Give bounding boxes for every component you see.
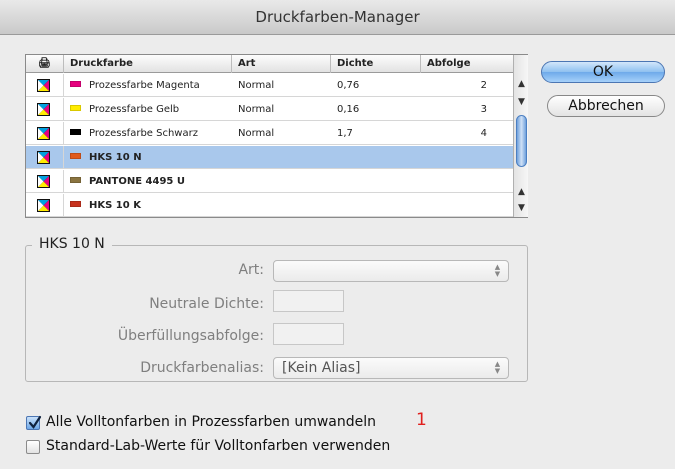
ok-button[interactable]: OK bbox=[541, 61, 665, 83]
cancel-button[interactable]: Abbrechen bbox=[547, 95, 665, 117]
ink-type bbox=[232, 146, 331, 169]
table-row[interactable]: HKS 10 K bbox=[26, 194, 513, 217]
ink-sequence bbox=[421, 146, 491, 169]
neutral-density-label: Neutrale Dichte: bbox=[149, 296, 264, 312]
header-type[interactable]: Art bbox=[232, 55, 331, 73]
table-scrollbar[interactable]: ▲ ▼ ▲ ▼ bbox=[513, 55, 528, 217]
ink-density bbox=[331, 170, 421, 193]
ink-swatch-icon bbox=[70, 129, 81, 135]
table-row[interactable]: Prozessfarbe Schwarz Normal 1,7 4 bbox=[26, 122, 513, 145]
ink-alias-label: Druckfarbenalias: bbox=[140, 360, 264, 376]
ink-sequence: 4 bbox=[480, 128, 487, 139]
header-density[interactable]: Dichte bbox=[331, 55, 421, 73]
type-select[interactable]: ▲ ▼ bbox=[273, 260, 509, 282]
header-sequence[interactable]: Abfolge bbox=[421, 55, 513, 73]
ink-name: Prozessfarbe Schwarz bbox=[89, 128, 198, 139]
ink-swatch-icon bbox=[70, 81, 81, 87]
table-row[interactable]: PANTONE 4495 U bbox=[26, 170, 513, 193]
table-row[interactable]: Prozessfarbe Magenta Normal 0,76 2 bbox=[26, 74, 513, 97]
table-row[interactable]: HKS 10 N bbox=[26, 146, 513, 169]
ink-type: Normal bbox=[238, 104, 275, 115]
print-toggle-cell[interactable] bbox=[26, 122, 64, 145]
convert-spot-label[interactable]: Alle Volltonfarben in Prozessfarben umwa… bbox=[46, 414, 376, 430]
ink-table: 🖨 Druckfarbe Art Dichte Abfolge Prozessf… bbox=[25, 54, 528, 218]
process-ink-icon[interactable] bbox=[37, 175, 50, 188]
ink-type: Normal bbox=[238, 128, 275, 139]
ink-details-title: HKS 10 N bbox=[32, 236, 112, 252]
ink-density: 0,76 bbox=[337, 80, 360, 91]
print-toggle-cell[interactable] bbox=[26, 146, 64, 169]
use-lab-label[interactable]: Standard-Lab-Werte für Volltonfarben ver… bbox=[46, 438, 390, 454]
scroll-down-arrow-icon[interactable]: ▼ bbox=[514, 95, 529, 109]
ink-type bbox=[232, 194, 331, 217]
table-row[interactable]: Prozessfarbe Gelb Normal 0,16 3 bbox=[26, 98, 513, 121]
select-stepper-icon: ▲ ▼ bbox=[494, 360, 501, 375]
ink-type bbox=[232, 170, 331, 193]
ink-swatch-icon bbox=[70, 105, 81, 111]
neutral-density-field[interactable] bbox=[273, 290, 344, 312]
print-icon[interactable]: 🖨 bbox=[26, 55, 64, 73]
ink-density: 0,16 bbox=[337, 104, 360, 115]
ink-name: HKS 10 K bbox=[89, 200, 141, 211]
print-toggle-cell[interactable] bbox=[26, 170, 64, 193]
ink-name: HKS 10 N bbox=[89, 152, 142, 163]
header-ink[interactable]: Druckfarbe bbox=[64, 55, 232, 73]
process-ink-icon[interactable] bbox=[37, 199, 50, 212]
process-ink-icon[interactable] bbox=[37, 151, 50, 164]
ink-name: PANTONE 4495 U bbox=[89, 176, 185, 187]
ink-name: Prozessfarbe Magenta bbox=[89, 80, 200, 91]
ink-name: Prozessfarbe Gelb bbox=[89, 104, 180, 115]
scroll-thumb[interactable] bbox=[516, 115, 527, 167]
select-stepper-icon: ▲ ▼ bbox=[494, 263, 501, 278]
window-title: Druckfarben-Manager bbox=[0, 0, 675, 35]
process-ink-icon[interactable] bbox=[37, 103, 50, 116]
ink-swatch-icon bbox=[70, 153, 81, 159]
type-label: Art: bbox=[238, 262, 264, 278]
annotation-marker: 1 bbox=[416, 410, 427, 430]
trapping-sequence-label: Überfüllungsabfolge: bbox=[117, 328, 264, 344]
trapping-sequence-field[interactable] bbox=[273, 323, 344, 345]
checkmark-icon bbox=[28, 415, 42, 429]
ink-swatch-icon bbox=[70, 201, 81, 207]
ink-sequence: 2 bbox=[480, 80, 487, 91]
scroll-down-arrow-icon[interactable]: ▼ bbox=[514, 201, 529, 215]
ink-alias-select[interactable]: [Kein Alias] ▲ ▼ bbox=[273, 357, 509, 379]
ink-density bbox=[331, 194, 421, 217]
use-lab-checkbox[interactable] bbox=[26, 440, 40, 454]
scroll-up-arrow-icon[interactable]: ▲ bbox=[514, 77, 529, 91]
print-toggle-cell[interactable] bbox=[26, 74, 64, 97]
print-toggle-cell[interactable] bbox=[26, 98, 64, 121]
process-ink-icon[interactable] bbox=[37, 127, 50, 140]
ink-swatch-icon bbox=[70, 177, 81, 183]
ink-type: Normal bbox=[238, 80, 275, 91]
ink-sequence bbox=[421, 194, 491, 217]
print-toggle-cell[interactable] bbox=[26, 194, 64, 217]
ink-density bbox=[331, 146, 421, 169]
process-ink-icon[interactable] bbox=[37, 79, 50, 92]
scroll-up-arrow-icon[interactable]: ▲ bbox=[514, 185, 529, 199]
ink-sequence: 3 bbox=[480, 104, 487, 115]
table-header: 🖨 Druckfarbe Art Dichte Abfolge bbox=[26, 55, 513, 73]
convert-spot-checkbox[interactable] bbox=[26, 415, 42, 430]
ink-sequence bbox=[421, 170, 491, 193]
ink-density: 1,7 bbox=[337, 128, 353, 139]
